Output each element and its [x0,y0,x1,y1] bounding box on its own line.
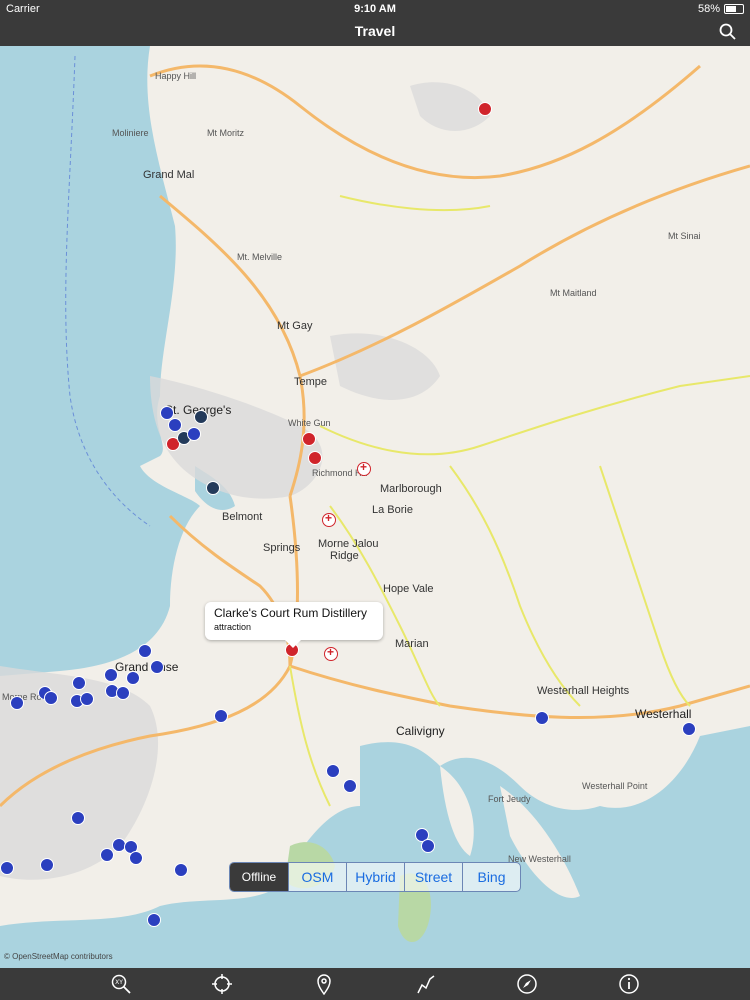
poi-marker[interactable] [104,668,118,682]
place-label: Marlborough [380,483,442,495]
search-icon[interactable] [718,22,738,42]
place-label: Belmont [222,511,263,523]
minor-road [289,665,331,807]
poi-marker[interactable] [214,709,228,723]
place-label: Fort Jeudy [488,794,531,804]
poi-marker[interactable] [40,858,54,872]
poi-callout[interactable]: Clarke's Court Rum Distillery attraction [205,602,383,648]
place-label: Happy Hill [155,71,197,81]
poi-marker[interactable] [44,691,58,705]
place-label: Mt Sinai [668,231,701,241]
map-attribution: © OpenStreetMap contributors [4,952,113,961]
poi-marker[interactable] [150,660,164,674]
svg-text:XY: XY [115,979,123,986]
map-view[interactable]: Happy Hill Moliniere Mt Moritz Grand Mal… [0,46,750,968]
map-type-offline[interactable]: Offline [230,863,288,891]
place-label: Mt. Melville [237,252,283,262]
poi-marker[interactable] [138,644,152,658]
coordinates-icon[interactable]: XY [110,973,132,995]
map-type-street[interactable]: Street [404,863,462,891]
urban [330,333,440,400]
place-label: Mt Gay [277,320,313,332]
poi-marker[interactable] [174,863,188,877]
info-icon[interactable] [618,973,640,995]
map-type-bing[interactable]: Bing [462,863,520,891]
poi-marker[interactable] [168,418,182,432]
battery-icon [724,4,744,14]
place-label: Mt Moritz [207,128,244,138]
place-label: La Borie [372,504,413,516]
hospital-marker[interactable] [324,645,338,661]
attraction-marker[interactable] [478,102,492,116]
hospital-marker[interactable] [322,511,336,527]
place-label: Westerhall Point [582,781,648,791]
place-label: Springs [263,542,301,554]
place-label: Ridge [330,550,359,562]
place-label: Hope Vale [383,583,434,595]
poi-marker[interactable] [326,764,340,778]
poi-marker[interactable] [129,851,143,865]
route-icon[interactable] [415,973,437,995]
poi-marker[interactable] [682,722,696,736]
callout-subtitle: attraction [214,622,252,632]
poi-marker[interactable] [126,671,140,685]
minor-road [449,465,581,707]
poi-marker[interactable] [100,848,114,862]
place-label: Westerhall Heights [537,685,630,697]
attraction-marker[interactable] [302,432,316,446]
main-road [168,514,292,667]
place-label: Morne Jalou [318,538,379,550]
map-type-selector: Offline OSM Hybrid Street Bing [229,862,521,892]
poi-marker[interactable] [10,696,24,710]
place-label: Moliniere [112,128,149,138]
poi-marker[interactable] [72,676,86,690]
poi-marker[interactable] [421,839,435,853]
place-label: Grand Anse [115,660,179,674]
poi-marker[interactable] [535,711,549,725]
attraction-marker[interactable] [308,451,322,465]
status-time: 9:10 AM [354,3,396,15]
poi-marker[interactable] [187,427,201,441]
page-title: Travel [354,23,396,39]
status-bar: Carrier 9:10 AM 58% [0,0,750,18]
minor-road [339,195,491,212]
main-road [149,64,701,180]
compass-icon[interactable] [516,973,538,995]
tab-bar: XY [0,968,750,1000]
poi-marker[interactable] [80,692,94,706]
place-label: Marian [395,638,429,650]
sea-west [0,46,200,676]
poi-marker[interactable] [71,811,85,825]
place-label: Calivigny [396,724,445,738]
locate-icon[interactable] [211,973,233,995]
callout-title: Clarke's Court Rum Distillery [214,606,367,620]
nav-bar: Travel [0,18,750,46]
map-type-hybrid[interactable]: Hybrid [346,863,404,891]
atm-marker[interactable] [206,481,220,495]
map-type-osm[interactable]: OSM [288,863,346,891]
battery-percent: 58% [697,3,720,15]
place-label: Tempe [294,376,328,388]
pin-icon[interactable] [313,973,335,995]
hospital-marker[interactable] [357,460,371,476]
poi-marker[interactable] [116,686,130,700]
place-label: Grand Mal [143,169,195,181]
place-label: White Gun [288,418,331,428]
place-label: Mt Maitland [550,288,597,298]
poi-marker[interactable] [0,861,14,875]
poi-marker[interactable] [343,779,357,793]
poi-marker[interactable] [147,913,161,927]
place-label: Westerhall [635,707,692,721]
atm-marker[interactable] [194,410,208,424]
minor-road [599,465,691,707]
